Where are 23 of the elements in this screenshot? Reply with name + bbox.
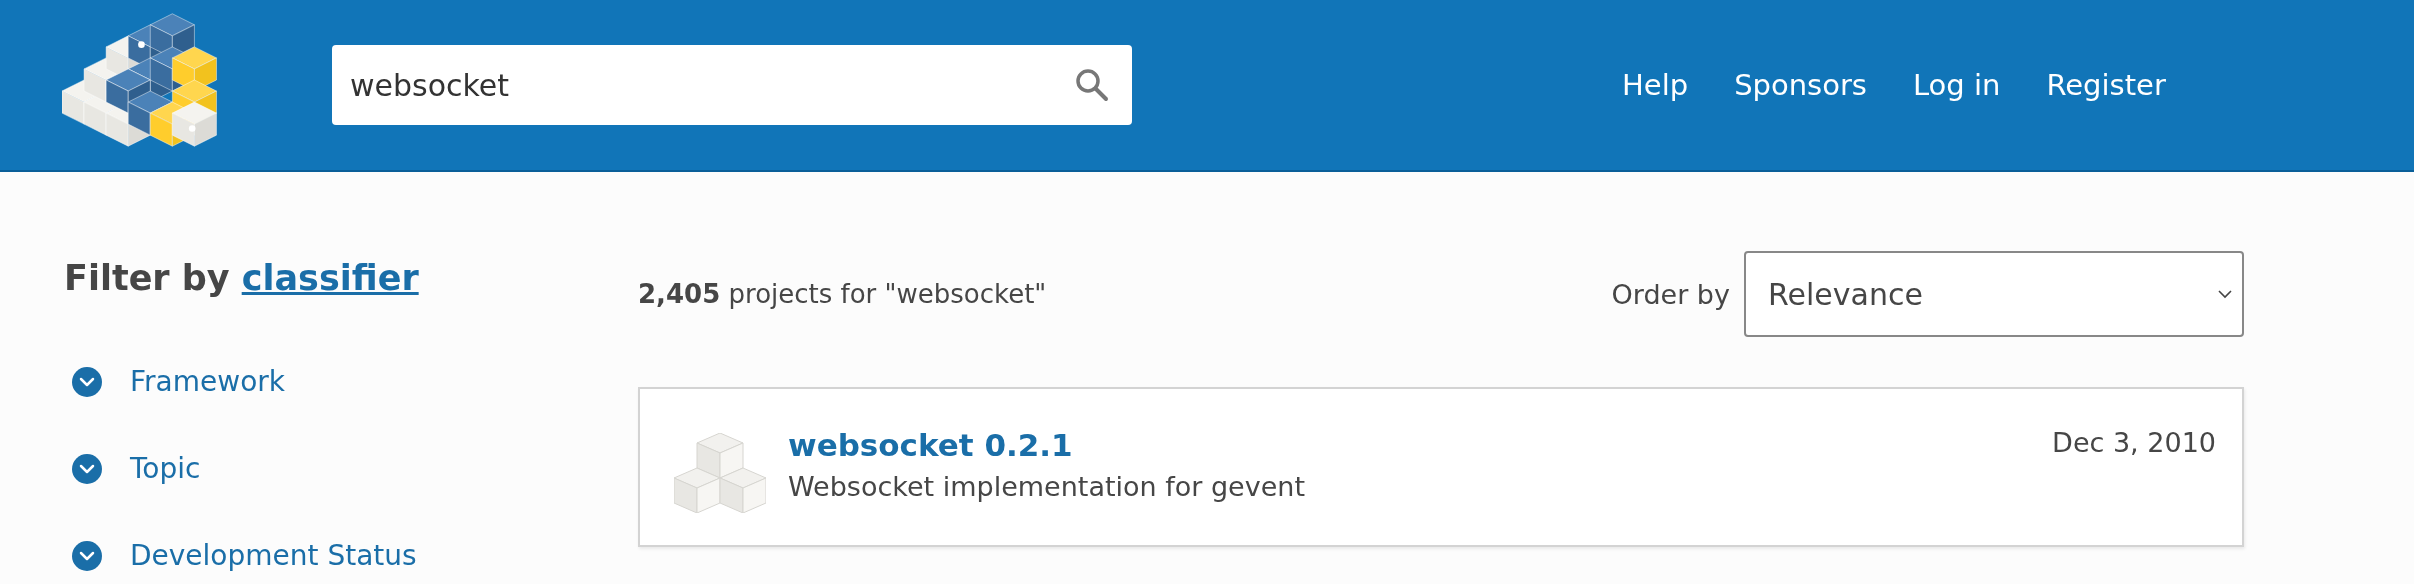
release-date: Dec 3, 2010 bbox=[2052, 427, 2216, 458]
order-label: Order by bbox=[1611, 278, 1730, 310]
nav-link[interactable]: Sponsors bbox=[1734, 68, 1867, 102]
search-icon[interactable] bbox=[1074, 67, 1110, 103]
package-card[interactable]: websocket 0.2.1 Websocket implementation for gevent Dec 3, 2010 bbox=[638, 387, 2244, 547]
chevron-down-icon[interactable] bbox=[72, 453, 102, 484]
classifier-link[interactable]: classifier bbox=[241, 258, 419, 298]
caret-icon bbox=[2218, 289, 2232, 299]
nav-link[interactable]: Help bbox=[1622, 68, 1689, 102]
package-name[interactable]: websocket 0.2.1 bbox=[788, 427, 1073, 463]
filter-category[interactable]: Topic bbox=[130, 452, 201, 485]
chevron-down-icon[interactable] bbox=[72, 540, 102, 571]
order-select[interactable]: Relevance bbox=[1744, 251, 2244, 337]
filter-heading: Filter by bbox=[64, 258, 230, 298]
results-count: 2,405 projects for "websocket" bbox=[638, 279, 1047, 309]
filter-category[interactable]: Development Status bbox=[130, 539, 417, 572]
cubes-icon bbox=[674, 433, 766, 513]
nav-link[interactable]: Register bbox=[2046, 68, 2166, 102]
nav-link[interactable]: Log in bbox=[1912, 68, 2001, 102]
chevron-down-icon[interactable] bbox=[72, 366, 102, 397]
search-field[interactable]: websocket bbox=[332, 45, 1132, 125]
filter-category[interactable]: Framework bbox=[130, 365, 285, 398]
package-description: Websocket implementation for gevent bbox=[788, 471, 1305, 502]
